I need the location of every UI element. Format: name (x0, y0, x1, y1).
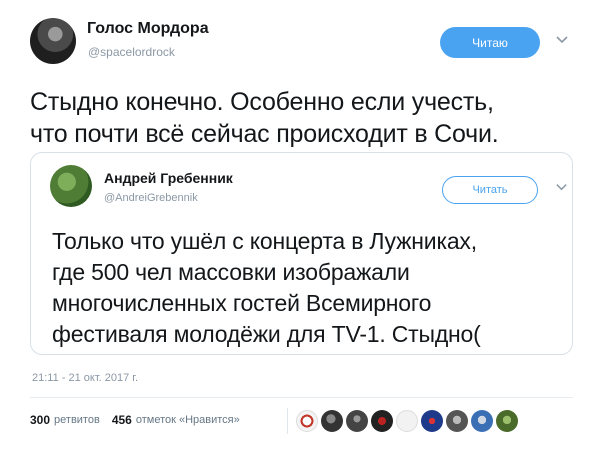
liker-avatars (296, 408, 518, 434)
quoted-author-handle[interactable]: @AndreiGrebennik (104, 192, 198, 204)
quoted-tweet-text: Только что ушёл с концерта в Лужниках, г… (52, 226, 562, 350)
liker-avatar[interactable] (371, 410, 393, 432)
author-name[interactable]: Голос Мордора (87, 20, 209, 38)
tweet-timestamp[interactable]: 21:11 - 21 окт. 2017 г. (32, 372, 138, 384)
liker-avatar[interactable] (496, 410, 518, 432)
quoted-author-name[interactable]: Андрей Гребенник (104, 170, 233, 186)
quoted-text-line: фестиваля молодёжи для TV-1. Стыдно( (52, 321, 481, 347)
author-avatar[interactable] (30, 18, 76, 64)
liker-avatar[interactable] (421, 410, 443, 432)
divider (30, 397, 573, 398)
tweet-text: Стыдно конечно. Особенно если учесть, чт… (30, 86, 590, 150)
liker-avatar[interactable] (346, 410, 368, 432)
liker-avatar[interactable] (471, 410, 493, 432)
tweet-text-line: что почти всё сейчас происходит в Сочи. (30, 120, 499, 148)
following-button[interactable]: Читаю (440, 27, 540, 58)
author-handle[interactable]: @spacelordrock (88, 45, 175, 59)
likes-count[interactable]: 456 (112, 413, 132, 427)
liker-avatar[interactable] (396, 410, 418, 432)
quoted-text-line: Только что ушёл с концерта в Лужниках, (52, 228, 477, 254)
retweets-count[interactable]: 300 (30, 413, 50, 427)
divider (287, 408, 288, 434)
likes-label[interactable]: отметок «Нравится» (136, 414, 240, 426)
liker-avatar[interactable] (321, 410, 343, 432)
liker-avatar[interactable] (446, 410, 468, 432)
chevron-down-icon[interactable] (555, 180, 568, 196)
follow-button[interactable]: Читать (442, 176, 538, 204)
quoted-text-line: многочисленных гостей Всемирного (52, 290, 432, 316)
retweets-label[interactable]: ретвитов (54, 414, 100, 426)
liker-avatar[interactable] (296, 410, 318, 432)
quoted-author-avatar[interactable] (50, 165, 92, 207)
tweet-stats: 300 ретвитов 456 отметок «Нравится» (30, 413, 240, 427)
chevron-down-icon[interactable] (555, 32, 569, 46)
quoted-text-line: где 500 чел массовки изображали (52, 259, 410, 285)
tweet-text-line: Стыдно конечно. Особенно если учесть, (30, 88, 494, 116)
